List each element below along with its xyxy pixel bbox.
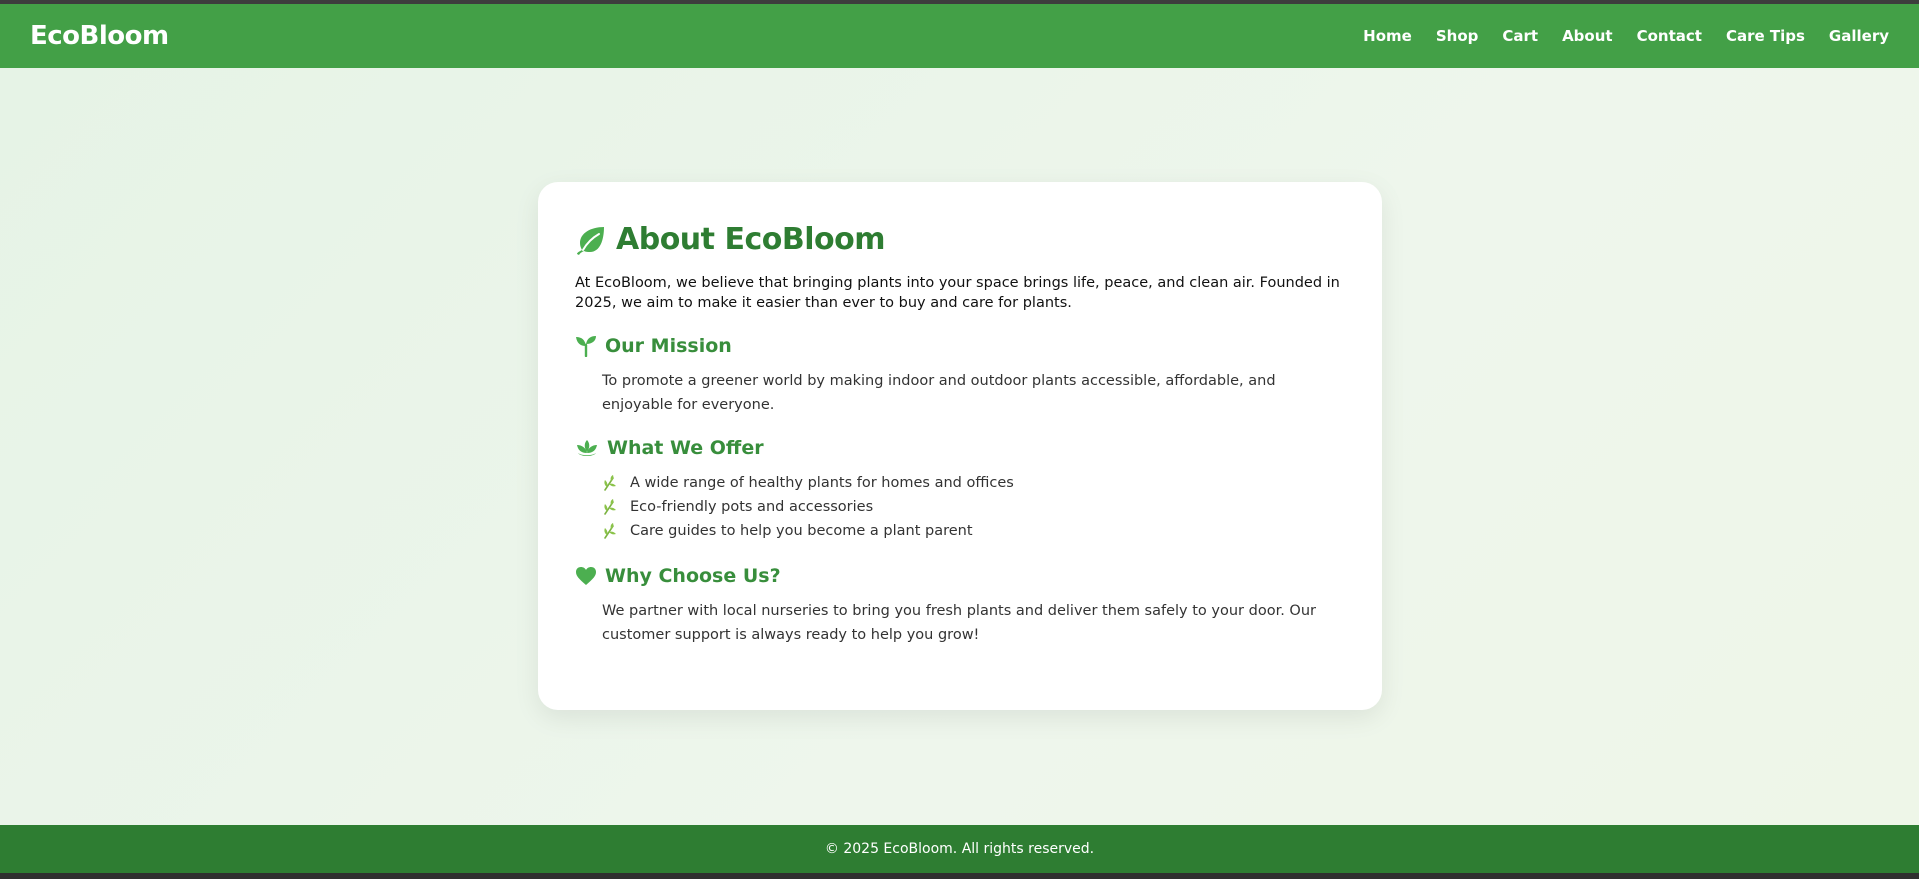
leaf-icon bbox=[577, 226, 604, 255]
nav-link-shop[interactable]: Shop bbox=[1436, 27, 1479, 45]
nav-link-care-tips[interactable]: Care Tips bbox=[1726, 27, 1805, 45]
site-footer: © 2025 EcoBloom. All rights reserved. bbox=[0, 825, 1919, 873]
list-item: A wide range of healthy plants for homes… bbox=[602, 471, 1345, 495]
mission-heading: Our Mission bbox=[575, 335, 1345, 357]
nav-link-contact[interactable]: Contact bbox=[1637, 27, 1702, 45]
sprig-icon bbox=[604, 499, 616, 515]
lotus-icon bbox=[577, 440, 597, 456]
offer-item-text: Eco-friendly pots and accessories bbox=[630, 499, 874, 515]
sprig-icon bbox=[604, 523, 616, 539]
why-title: Why Choose Us? bbox=[605, 565, 781, 587]
brand-logo[interactable]: EcoBloom bbox=[30, 21, 169, 51]
site-header: EcoBloom Home Shop Cart About Contact Ca… bbox=[0, 4, 1919, 68]
offer-title: What We Offer bbox=[607, 437, 764, 459]
list-item: Eco-friendly pots and accessories bbox=[602, 495, 1345, 519]
main-nav: Home Shop Cart About Contact Care Tips G… bbox=[1339, 27, 1889, 45]
page-title: About EcoBloom bbox=[616, 222, 885, 257]
main-content: About EcoBloom At EcoBloom, we believe t… bbox=[0, 68, 1919, 825]
window-bottom-strip bbox=[0, 873, 1919, 879]
mission-title: Our Mission bbox=[605, 335, 732, 357]
about-intro: At EcoBloom, we believe that bringing pl… bbox=[575, 275, 1340, 311]
offer-item-text: Care guides to help you become a plant p… bbox=[630, 523, 973, 539]
offer-heading: What We Offer bbox=[575, 437, 1345, 459]
about-card: About EcoBloom At EcoBloom, we believe t… bbox=[538, 182, 1382, 710]
seedling-icon bbox=[576, 336, 596, 357]
nav-link-cart[interactable]: Cart bbox=[1502, 27, 1538, 45]
list-item: Care guides to help you become a plant p… bbox=[602, 519, 1345, 543]
mission-text: To promote a greener world by making ind… bbox=[602, 373, 1276, 413]
offer-list: A wide range of healthy plants for homes… bbox=[602, 471, 1345, 543]
offer-item-text: A wide range of healthy plants for homes… bbox=[630, 475, 1014, 491]
sprig-icon bbox=[604, 475, 616, 491]
nav-link-home[interactable]: Home bbox=[1363, 27, 1412, 45]
nav-link-about[interactable]: About bbox=[1562, 27, 1613, 45]
heart-icon bbox=[576, 567, 596, 585]
why-text: We partner with local nurseries to bring… bbox=[602, 603, 1316, 643]
nav-link-gallery[interactable]: Gallery bbox=[1829, 27, 1889, 45]
why-heading: Why Choose Us? bbox=[575, 565, 1345, 587]
copyright-text: © 2025 EcoBloom. All rights reserved. bbox=[824, 841, 1095, 857]
about-title-row: About EcoBloom bbox=[575, 222, 1345, 257]
